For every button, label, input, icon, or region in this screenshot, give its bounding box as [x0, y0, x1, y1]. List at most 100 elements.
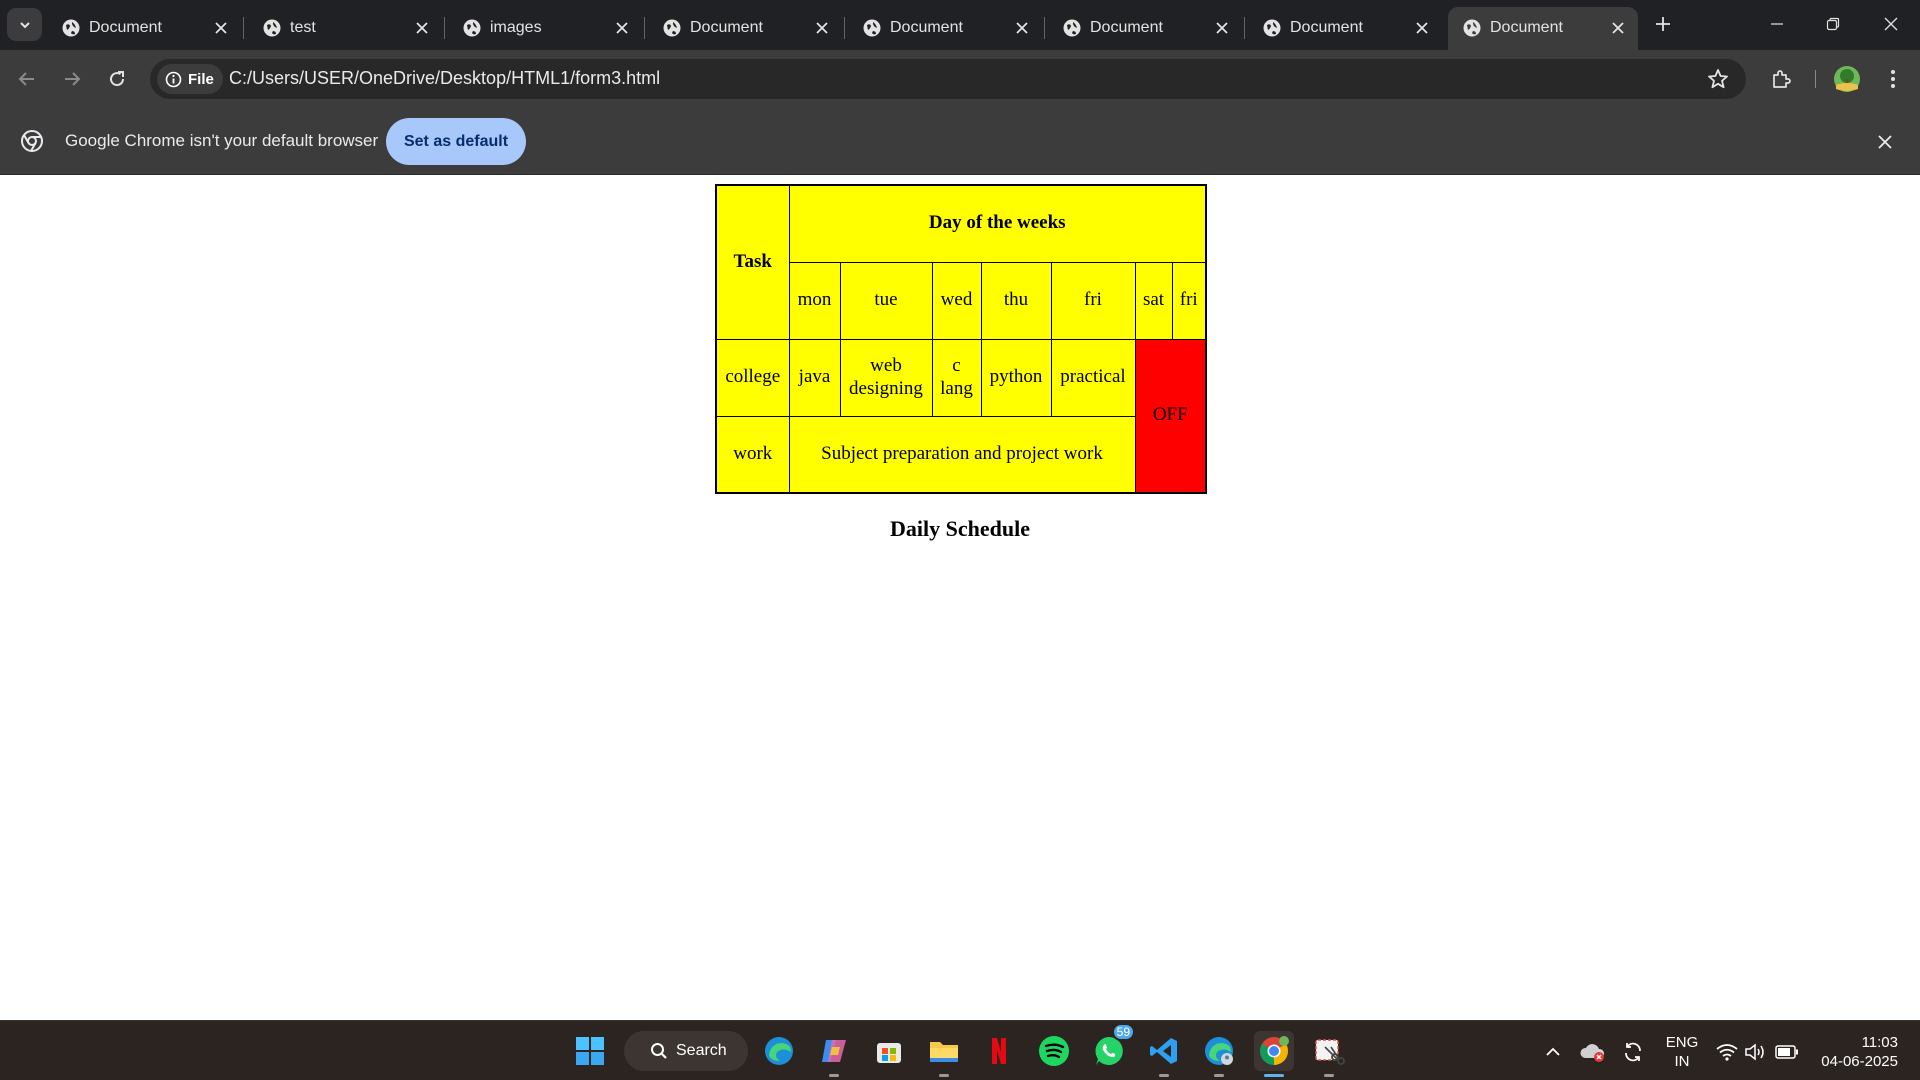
search-label: Search — [676, 1042, 727, 1059]
restore-button[interactable] — [1811, 6, 1855, 42]
infobar-message: Google Chrome isn't your default browser — [65, 131, 379, 150]
taskbar-app-vscode[interactable] — [1144, 1031, 1184, 1077]
table-row: mon tue wed thu fri sat fri — [716, 261, 1207, 340]
merged-schedule-cell: Subject preparation and project work — [788, 415, 1136, 494]
taskbar-app-spotify[interactable] — [1034, 1031, 1074, 1071]
running-indicator — [1159, 1074, 1169, 1077]
new-tab-button[interactable] — [1649, 10, 1677, 38]
onedrive-tray-icon[interactable] — [1580, 1039, 1606, 1065]
store-icon — [877, 1043, 901, 1063]
bookmark-star-icon[interactable] — [1706, 67, 1730, 91]
address-bar[interactable]: File C:/Users/USER/OneDrive/Desktop/HTML… — [150, 59, 1746, 99]
tab-document-3[interactable]: Document — [848, 7, 1045, 50]
reload-icon — [110, 71, 125, 87]
language-indicator[interactable]: ENG IN — [1662, 1033, 1702, 1071]
battery-tray-icon[interactable] — [1774, 1039, 1800, 1065]
wifi-tray-icon[interactable] — [1714, 1039, 1740, 1065]
minimize-icon — [1771, 23, 1783, 25]
start-button[interactable] — [570, 1031, 610, 1071]
profile-avatar[interactable] — [1830, 62, 1864, 96]
toolbar-divider — [1815, 70, 1816, 88]
globe-icon — [1063, 19, 1081, 37]
close-icon[interactable] — [1606, 16, 1630, 40]
battery-icon — [1775, 1045, 1798, 1059]
forward-button[interactable] — [55, 62, 89, 96]
running-indicator — [829, 1074, 839, 1077]
close-icon[interactable] — [810, 16, 834, 40]
tab-title: Document — [1090, 19, 1163, 36]
close-icon[interactable] — [1010, 16, 1034, 40]
task-cell: college — [715, 338, 790, 417]
taskbar-clock[interactable]: 11:03 04-06-2025 — [1810, 1033, 1898, 1071]
globe-icon — [62, 19, 80, 37]
table-row: work Subject preparation and project wor… — [715, 415, 1206, 494]
close-icon[interactable] — [1210, 16, 1234, 40]
close-icon[interactable] — [1410, 16, 1434, 40]
default-browser-infobar: Google Chrome isn't your default browser… — [0, 108, 1920, 175]
day-cell: tue — [839, 261, 933, 340]
taskbar-app-edge[interactable] — [759, 1031, 799, 1071]
puzzle-icon — [1773, 70, 1791, 88]
chrome-menu-button[interactable] — [1876, 62, 1910, 96]
taskbar-search[interactable]: Search — [624, 1031, 748, 1071]
globe-icon — [1263, 19, 1281, 37]
tab-document-2[interactable]: Document — [648, 7, 845, 50]
site-info-chip[interactable]: File — [157, 64, 223, 94]
taskbar-app-file-explorer[interactable] — [924, 1031, 964, 1077]
day-cell: thu — [980, 261, 1052, 340]
site-info-label: File — [188, 70, 214, 88]
sync-tray-icon[interactable] — [1620, 1039, 1646, 1065]
off-cell: OFF — [1134, 338, 1207, 494]
close-icon[interactable] — [410, 16, 434, 40]
taskbar-app-copilot[interactable] — [814, 1031, 854, 1077]
globe-icon — [463, 19, 481, 37]
edge-profile-icon — [1205, 1037, 1233, 1065]
taskbar-app-edge-profile[interactable] — [1199, 1031, 1239, 1077]
edge-icon — [765, 1037, 793, 1065]
avatar — [1834, 66, 1860, 92]
infobar-close-button[interactable] — [1872, 129, 1898, 155]
back-button[interactable] — [10, 62, 44, 96]
tab-document-5[interactable]: Document — [1248, 7, 1444, 50]
chevron-up-icon — [1546, 1047, 1560, 1056]
language-region: IN — [1674, 1053, 1690, 1070]
volume-tray-icon[interactable] — [1742, 1039, 1768, 1065]
tab-document-active[interactable]: Document — [1448, 7, 1638, 50]
taskbar-app-store[interactable] — [869, 1031, 909, 1071]
tab-images[interactable]: images — [448, 7, 645, 50]
restore-icon — [1826, 17, 1840, 31]
schedule-table: Task Day of the weeks mon tue wed thu fr… — [715, 184, 1207, 494]
schedule-cell: java — [788, 338, 841, 417]
spotify-icon — [1039, 1036, 1069, 1066]
globe-icon — [863, 19, 881, 37]
url-text: C:/Users/USER/OneDrive/Desktop/HTML1/for… — [229, 68, 661, 88]
day-cell: fri — [1171, 261, 1207, 340]
tab-title: test — [290, 19, 316, 36]
taskbar-app-snipping-tool[interactable] — [1309, 1031, 1349, 1077]
schedule-cell: c lang — [931, 338, 982, 417]
tab-document-1[interactable]: Document — [47, 7, 244, 50]
tab-title: Document — [89, 19, 162, 36]
close-icon[interactable] — [610, 16, 634, 40]
close-icon — [1884, 17, 1898, 31]
taskbar-app-netflix[interactable] — [979, 1031, 1019, 1071]
set-as-default-button[interactable]: Set as default — [386, 118, 526, 165]
cloud-error-icon — [1580, 1044, 1605, 1062]
minimize-button[interactable] — [1755, 6, 1799, 42]
tab-separator — [1244, 17, 1245, 39]
info-icon — [165, 71, 182, 87]
tab-document-4[interactable]: Document — [1048, 7, 1245, 50]
close-window-button[interactable] — [1869, 6, 1913, 42]
chrome-icon — [21, 130, 43, 152]
tab-test[interactable]: test — [248, 7, 445, 50]
close-icon[interactable] — [209, 16, 233, 40]
reload-button[interactable] — [100, 62, 134, 96]
day-cell: wed — [931, 261, 982, 340]
clock-time: 11:03 — [1861, 1034, 1898, 1051]
tab-search-button[interactable] — [7, 8, 42, 41]
more-vertical-icon — [1891, 70, 1895, 88]
taskbar-app-whatsapp[interactable]: 59 — [1089, 1023, 1135, 1071]
taskbar-app-chrome[interactable] — [1254, 1031, 1294, 1077]
extensions-button[interactable] — [1764, 62, 1798, 96]
show-hidden-icons-button[interactable] — [1540, 1039, 1566, 1065]
